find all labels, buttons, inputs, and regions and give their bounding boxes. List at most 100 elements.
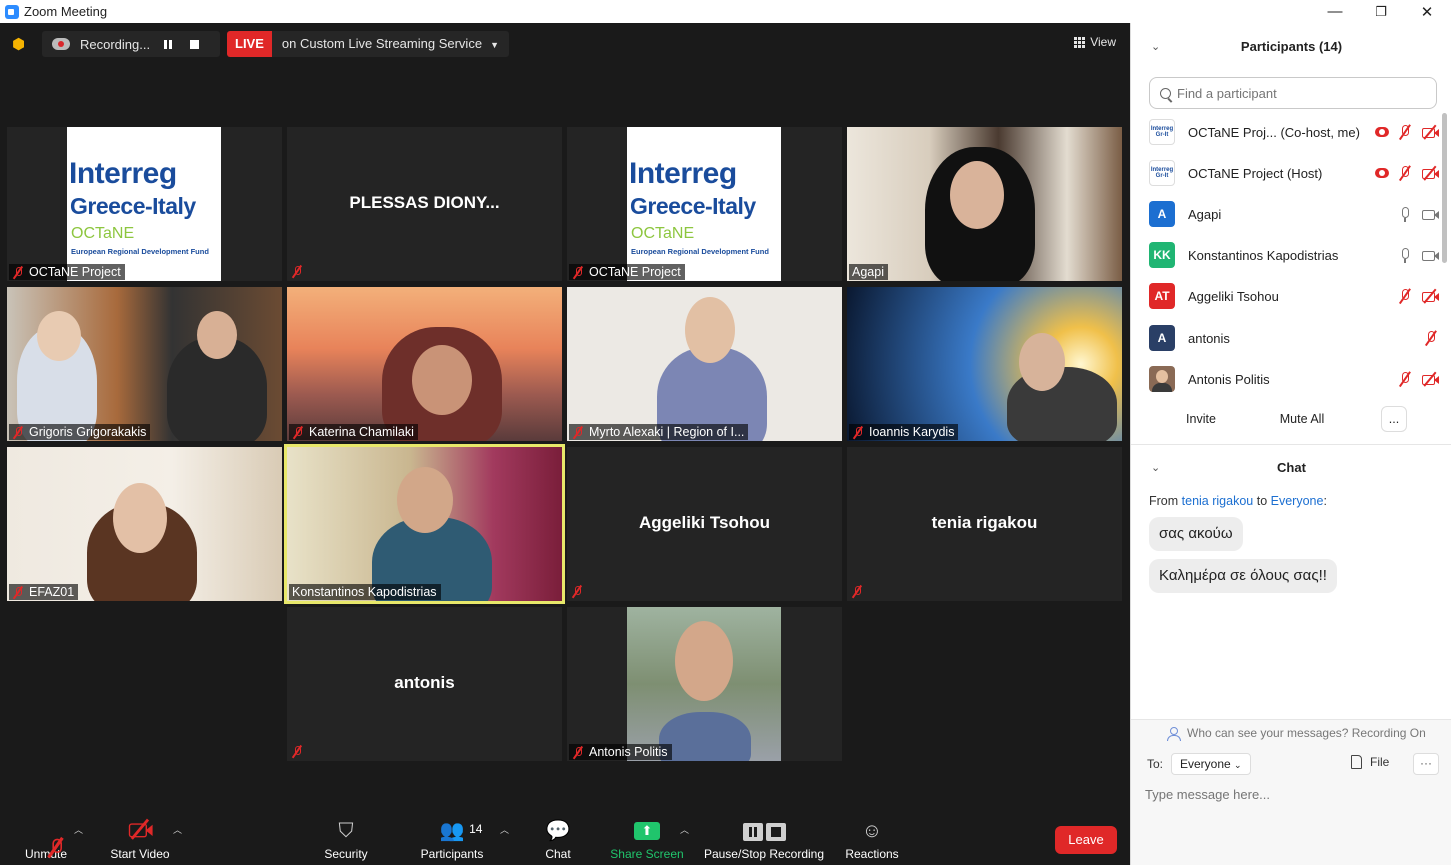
video-options-caret[interactable]: ︿ [173,823,182,836]
window-title: Zoom Meeting [24,4,108,19]
chat-message: Καλημέρα σε όλους σας!! [1149,559,1337,593]
mic-muted-icon [1423,330,1439,346]
mic-muted-icon [1397,371,1413,387]
participant-row[interactable]: Antonis Politis [1149,364,1439,394]
participants-button[interactable]: 👥 14 Participants [418,813,486,865]
message-visibility-link[interactable]: Who can see your messages? Recording On [1167,726,1426,741]
video-tile[interactable]: Aggeliki Tsohou [567,447,842,601]
reactions-button[interactable]: ☺ Reactions [843,813,901,865]
participant-search[interactable] [1149,77,1437,109]
cloud-recording-icon [52,38,70,50]
chat-message-input[interactable] [1145,783,1435,805]
share-options-caret[interactable]: ︿ [680,823,689,836]
video-tile[interactable]: Interreg Greece-Italy OCTaNE European Regio… [567,127,842,281]
video-tile[interactable]: Katerina Chamilaki [287,287,562,441]
tile-center-name: Aggeliki Tsohou [639,513,770,532]
participant-avatar: AT [1149,283,1175,309]
share-screen-icon: ⬆ [634,822,660,840]
collapse-chevron-icon[interactable]: ⌄ [1151,461,1160,474]
participant-search-input[interactable] [1177,85,1417,101]
video-tile[interactable]: Antonis Politis [567,607,842,761]
video-tile[interactable]: Grigoris Grigorakakis [7,287,282,441]
emoji-reaction-icon: ☺ [861,820,883,842]
video-tile[interactable]: tenia rigakou [847,447,1122,601]
tile-name-label: EFAZ01 [9,584,79,600]
chat-title: Chat [1277,459,1306,475]
mute-all-button[interactable]: Mute All [1265,406,1339,432]
video-tile[interactable]: Ioannis Karydis [847,287,1122,441]
chat-button[interactable]: 💬 Chat [537,813,579,865]
pause-stop-recording-button[interactable]: Pause/Stop Recording [702,813,826,865]
video-tile[interactable]: Agapi [847,127,1122,281]
recipient-select[interactable]: Everyone ⌄ [1171,753,1251,775]
live-service-dropdown[interactable]: on Custom Live Streaming Service ▼ [271,31,509,57]
collapse-chevron-icon[interactable]: ⌄ [1151,40,1160,53]
tile-name-label: Agapi [849,264,888,280]
recording-icon [1375,127,1389,137]
participant-row[interactable]: Interreg Gr-It OCTaNE Proj... (Co-host, m… [1149,117,1439,147]
participant-avatar: KK [1149,242,1175,268]
more-options-button[interactable]: ... [1381,406,1407,432]
recording-icon [1375,168,1389,178]
chat-composer: Who can see your messages? Recording On … [1131,719,1451,865]
video-tile-active-speaker[interactable]: Konstantinos Kapodistrias [284,444,565,604]
mic-muted-icon [291,745,303,758]
participant-row[interactable]: AT Aggeliki Tsohou [1149,281,1439,311]
video-tile[interactable]: antonis [287,607,562,761]
mic-muted-icon [572,746,584,759]
tile-center-name: antonis [394,673,455,692]
leave-button[interactable]: Leave [1055,826,1117,854]
participant-row[interactable]: A antonis [1149,323,1439,353]
meeting-topbar: ⬢ Recording... LIVE on Custom Live Strea… [0,23,1130,67]
participants-options-caret[interactable]: ︿ [500,823,509,836]
video-tile[interactable]: Interreg Greece-Italy OCTaNE European Regio… [7,127,282,281]
restore-button[interactable]: ❐ [1358,0,1404,23]
pause-stop-icon [742,823,786,841]
encryption-shield-icon[interactable]: ⬢ [12,35,26,53]
panel-divider [1131,444,1451,445]
mic-muted-icon [1397,165,1413,181]
video-off-icon [128,818,153,843]
participant-row[interactable]: KK Konstantinos Kapodistrias [1149,240,1439,270]
video-tile[interactable]: EFAZ01 [7,447,282,601]
file-button[interactable]: File [1351,755,1389,769]
minimize-button[interactable]: — [1312,0,1358,23]
mic-muted-icon [571,585,583,598]
sender-link[interactable]: tenia rigakou [1182,494,1254,508]
unmute-button[interactable]: Unmute [20,813,72,865]
stop-recording-icon[interactable] [190,39,199,49]
mic-muted-icon [12,266,24,279]
video-off-icon [1421,165,1439,181]
audio-options-caret[interactable]: ︿ [74,823,83,836]
chat-sender-line: From tenia rigakou to Everyone: [1149,494,1327,508]
recipient-link[interactable]: Everyone [1271,494,1324,508]
file-icon [1351,755,1362,769]
recording-label: Recording... [80,36,151,52]
participant-row[interactable]: A Agapi [1149,199,1439,229]
tile-name-label: Katerina Chamilaki [289,424,418,440]
start-video-button[interactable]: Start Video [106,813,174,865]
participants-icon: 👥 14 [440,819,483,843]
participant-row[interactable]: Interreg Gr-It OCTaNE Project (Host) [1149,158,1439,188]
mic-muted-icon [12,426,24,439]
security-button[interactable]: ⛉ Security [320,813,372,865]
mic-muted-icon [572,266,584,279]
participant-avatar: A [1149,201,1175,227]
title-bar: Zoom Meeting — ❐ ✕ [0,0,1451,23]
chat-more-button[interactable]: ··· [1413,753,1439,775]
tile-name-label: Konstantinos Kapodistrias [289,584,441,600]
view-button[interactable]: View [1074,35,1116,49]
tile-name-label: Myrto Alexaki | Region of I... [569,424,749,440]
participants-scrollbar[interactable] [1442,113,1447,263]
chevron-down-icon: ⌄ [1234,760,1242,770]
side-panel: ⌄ Participants (14) InterregGr-It OCTaNE… [1130,23,1451,865]
pause-recording-icon[interactable] [164,39,172,49]
chat-header: ⌄ Chat [1131,458,1451,476]
share-screen-button[interactable]: ⬆ Share Screen [608,813,686,865]
invite-button[interactable]: Invite [1155,406,1247,432]
close-button[interactable]: ✕ [1404,0,1450,23]
video-tile[interactable]: Myrto Alexaki | Region of I... [567,287,842,441]
video-tile[interactable]: PLESSAS DIONY... [287,127,562,281]
live-stream-indicator[interactable]: LIVE on Custom Live Streaming Service ▼ [227,31,509,57]
chat-bubble-icon: 💬 [545,820,571,842]
